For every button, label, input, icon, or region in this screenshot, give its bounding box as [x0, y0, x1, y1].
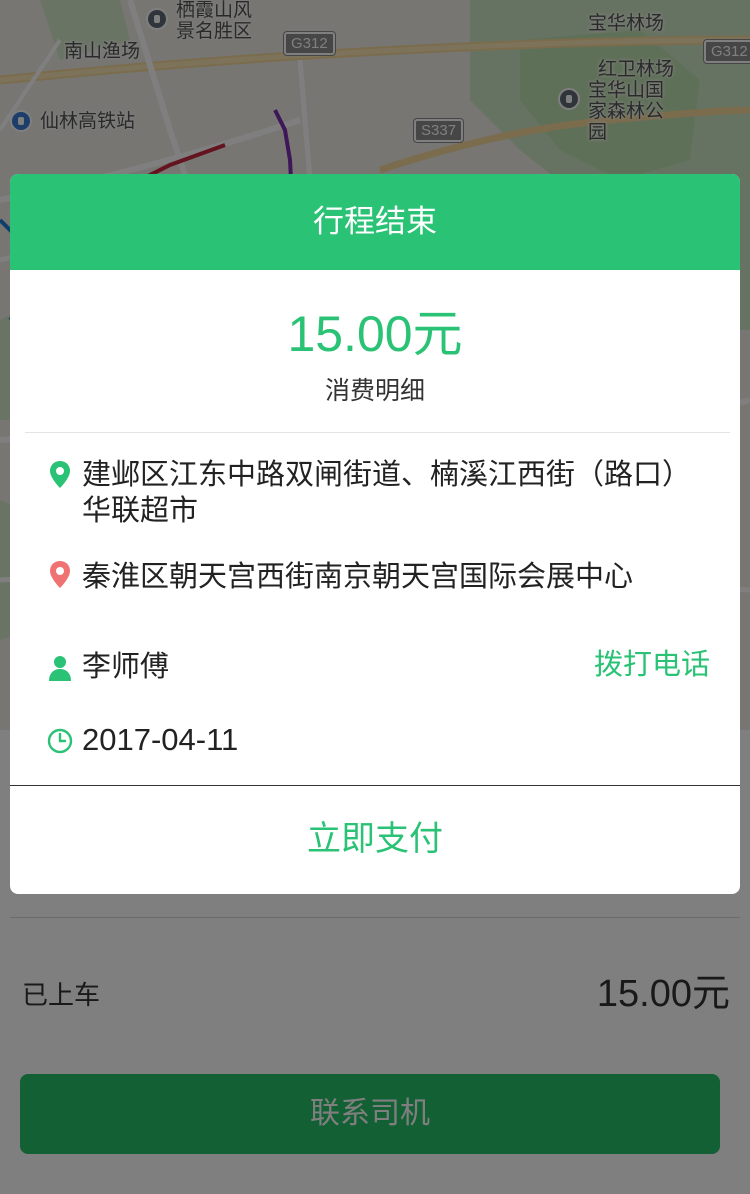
trip-date: 2017-04-11: [82, 722, 239, 757]
fare-detail-link[interactable]: 消费明细: [10, 374, 740, 408]
end-address-row: 秦淮区朝天宫西街南京朝天宫国际会展中心: [46, 558, 710, 594]
trip-finished-dialog: 行程结束 15.00元 消费明细 建邺区江东中路双闸街道、楠溪江西街（路口）华联…: [10, 174, 740, 894]
call-driver-link[interactable]: 拨打电话: [594, 646, 710, 682]
start-address: 建邺区江东中路双闸街道、楠溪江西街（路口）华联超市: [82, 457, 692, 527]
dialog-title: 行程结束: [10, 174, 740, 270]
start-address-row: 建邺区江东中路双闸街道、楠溪江西街（路口）华联超市: [46, 456, 710, 528]
pay-now-button[interactable]: 立即支付: [10, 786, 740, 894]
fare-amount: 15.00元: [287, 306, 463, 362]
end-address: 秦淮区朝天宫西街南京朝天宫国际会展中心: [82, 559, 634, 593]
driver-name: 李师傅: [82, 649, 170, 683]
date-row: 2017-04-11: [46, 722, 710, 758]
screen: 栖霞山风景名胜区 南山渔场 仙林高铁站 宝华林场 红卫林场 宝华山国家森林公园 …: [0, 0, 750, 1194]
dialog-divider: [25, 432, 730, 433]
